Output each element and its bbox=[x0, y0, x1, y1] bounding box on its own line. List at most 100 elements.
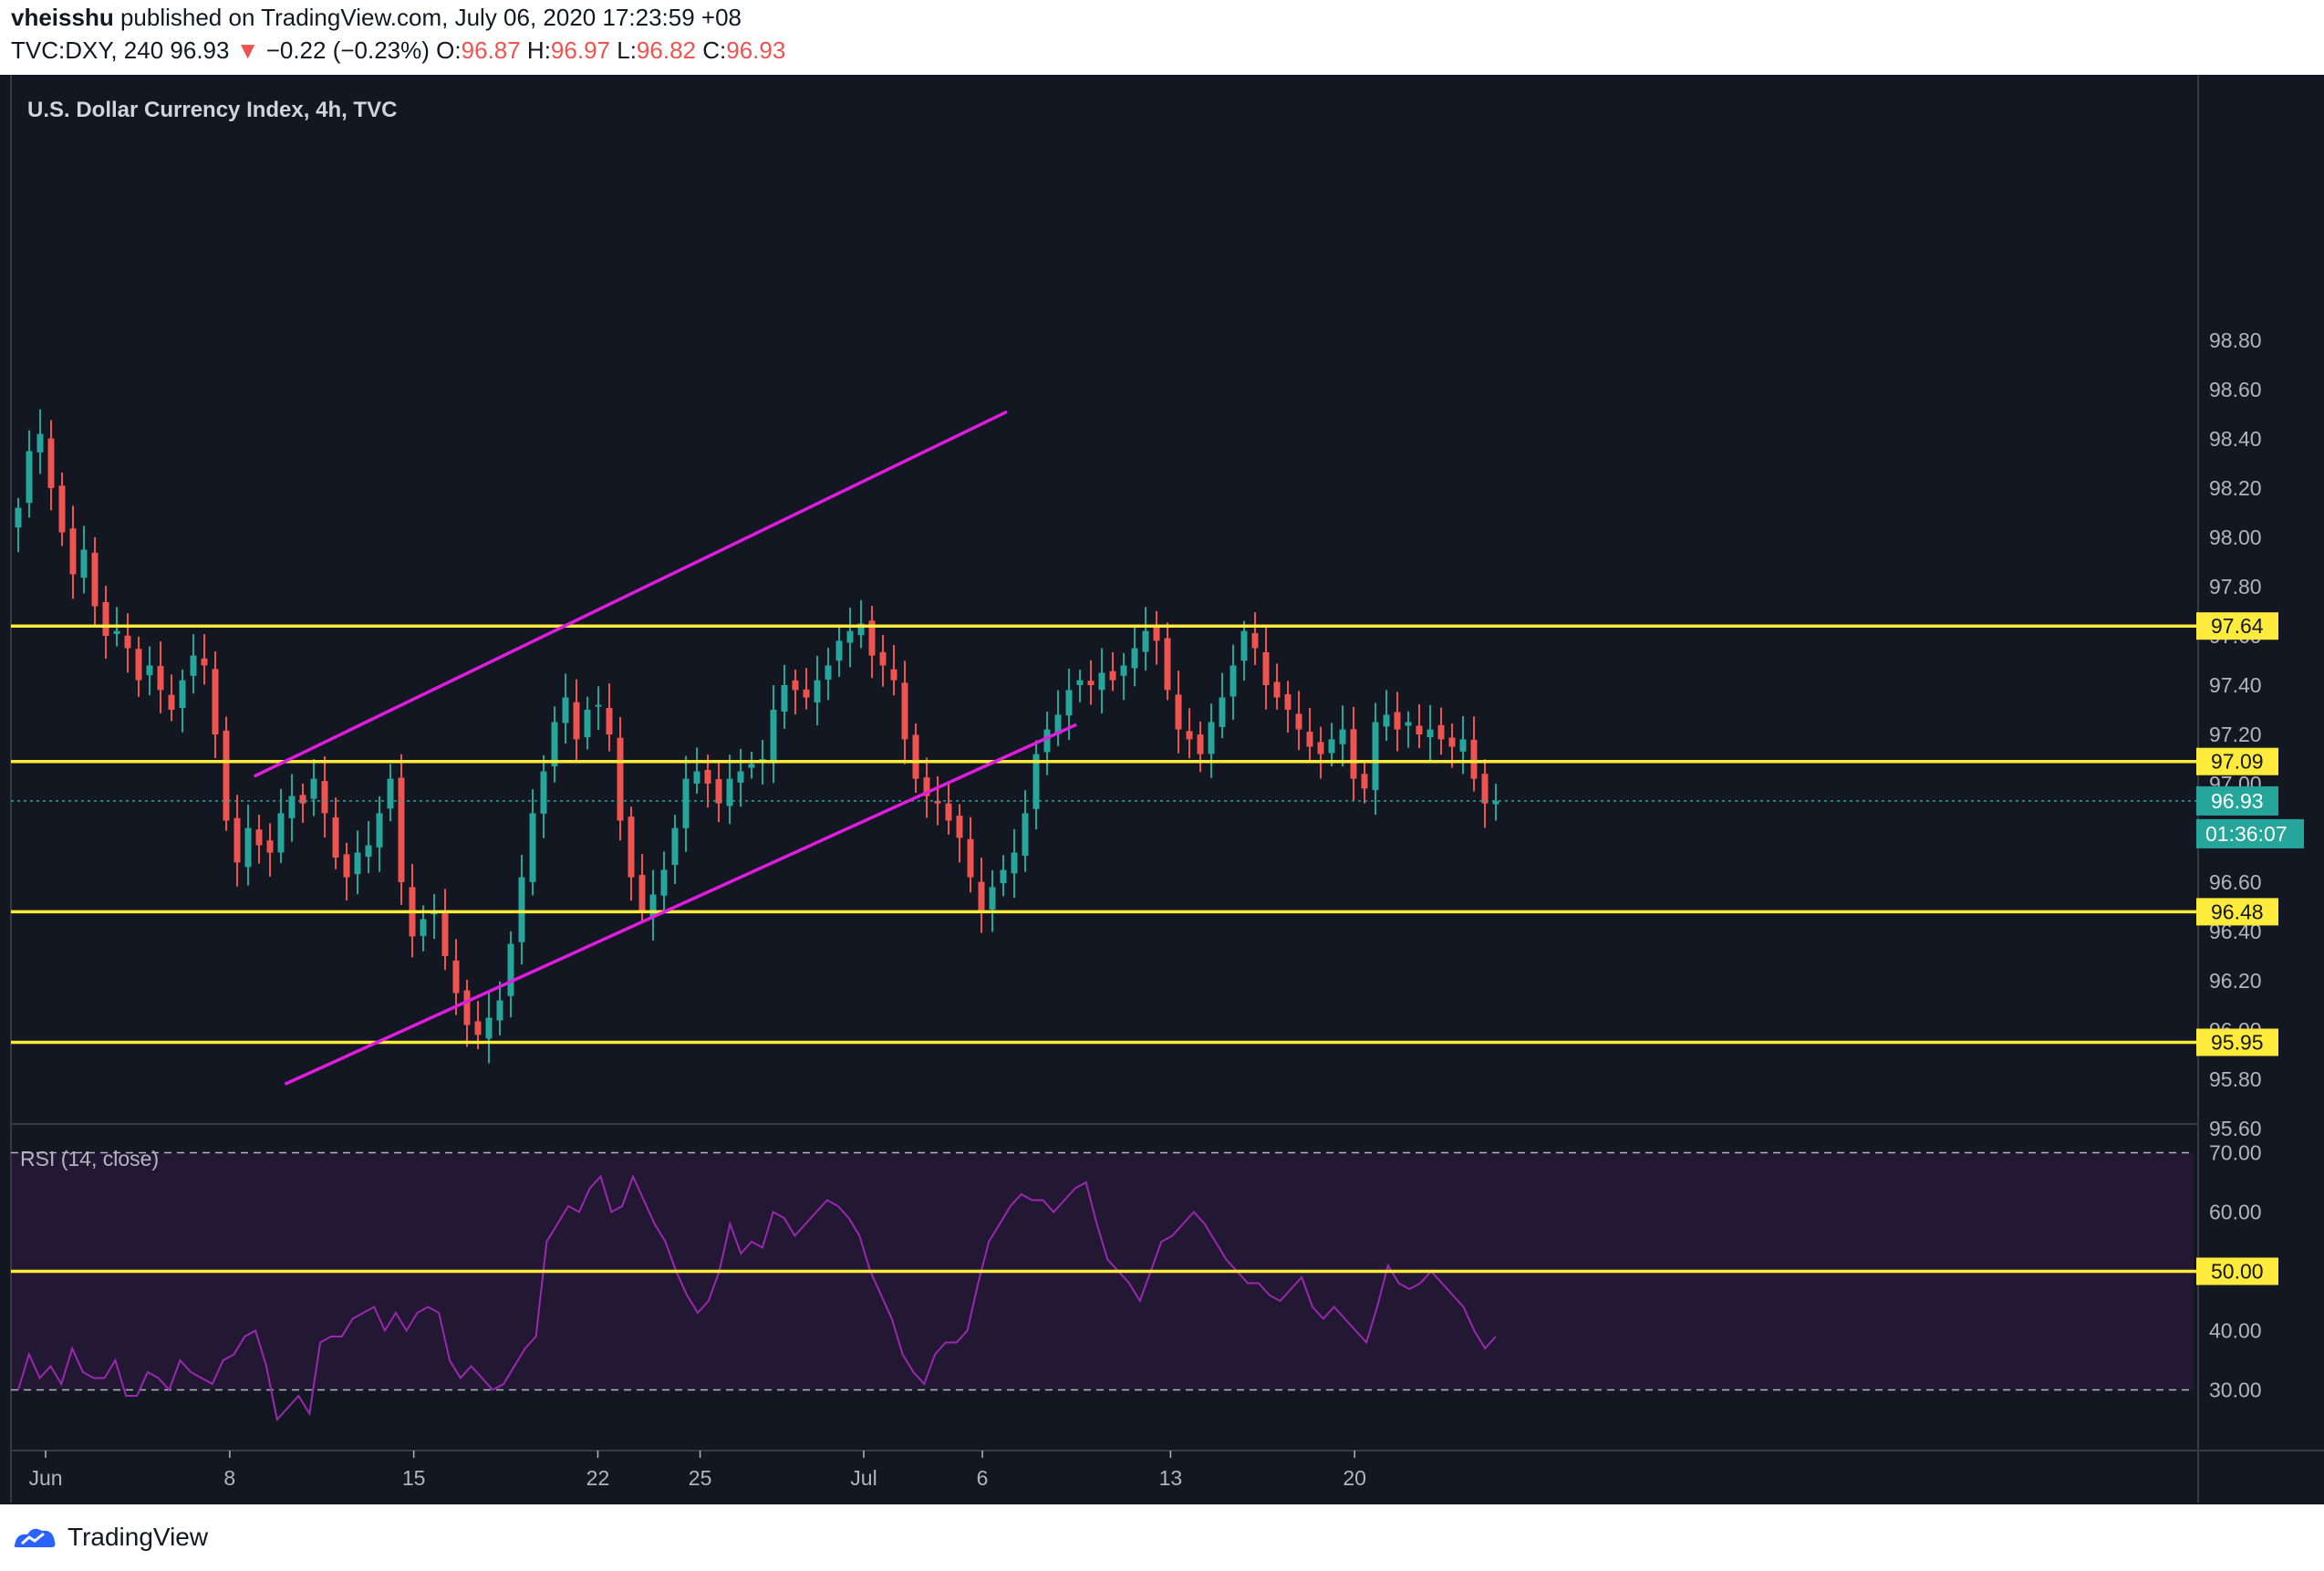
time-tick-label: 8 bbox=[223, 1466, 235, 1490]
footer-brand[interactable]: TradingView bbox=[67, 1523, 208, 1552]
candle-body bbox=[595, 704, 602, 707]
time-tick-label: 22 bbox=[586, 1466, 610, 1490]
close-label: C: bbox=[702, 36, 727, 64]
candle-body bbox=[474, 1021, 482, 1035]
candle-body bbox=[1448, 737, 1456, 747]
low-label: L: bbox=[617, 36, 637, 64]
candle-body bbox=[1153, 627, 1160, 641]
candle-body bbox=[879, 651, 887, 666]
candle-body bbox=[1481, 774, 1489, 804]
candle-body bbox=[157, 665, 164, 691]
candle-body bbox=[332, 817, 339, 858]
chart-title: U.S. Dollar Currency Index, 4h, TVC bbox=[27, 98, 397, 122]
candle-body bbox=[1219, 697, 1226, 727]
price-tick-label: 97.40 bbox=[2209, 673, 2262, 697]
candle-body bbox=[1175, 694, 1182, 730]
candle-body bbox=[58, 485, 66, 533]
candle-body bbox=[190, 655, 197, 676]
candle-body bbox=[496, 1000, 503, 1021]
time-tick-label: Jun bbox=[28, 1466, 62, 1490]
level-badge-text: 95.95 bbox=[2211, 1031, 2264, 1055]
candle-body bbox=[507, 943, 514, 996]
candle-body bbox=[989, 887, 996, 910]
candle-body bbox=[26, 451, 33, 504]
candle-body bbox=[606, 708, 613, 734]
candle-body bbox=[814, 680, 821, 702]
candle-body bbox=[967, 838, 974, 878]
candle-body bbox=[47, 438, 55, 488]
author-name[interactable]: vheisshu bbox=[11, 4, 114, 31]
candle-body bbox=[912, 734, 919, 779]
candle-body bbox=[715, 779, 722, 804]
last-price: 96.93 bbox=[170, 36, 230, 64]
candle-body bbox=[201, 658, 208, 666]
candle-body bbox=[1317, 742, 1324, 754]
open-label: O: bbox=[436, 36, 462, 64]
candle-body bbox=[562, 697, 569, 723]
published-text: published on TradingView.com, July 06, 2… bbox=[119, 4, 742, 31]
candle-body bbox=[1262, 651, 1270, 685]
candle-body bbox=[1394, 712, 1401, 730]
candle-body bbox=[1372, 722, 1379, 791]
candle-body bbox=[36, 433, 44, 453]
candle-body bbox=[1251, 633, 1259, 649]
candle-body bbox=[1229, 665, 1237, 697]
candle-body bbox=[299, 795, 306, 804]
candle-body bbox=[1120, 665, 1127, 676]
candle-body bbox=[1208, 722, 1215, 754]
candle-body bbox=[310, 778, 317, 799]
candle-body bbox=[1197, 734, 1204, 754]
candle-body bbox=[1284, 693, 1292, 710]
candle-body bbox=[91, 552, 99, 607]
last-price-badge-text: 96.93 bbox=[2211, 789, 2264, 813]
price-tick-label: 98.40 bbox=[2209, 427, 2262, 451]
rsi-label: RSI (14, close) bbox=[20, 1147, 159, 1170]
rsi-tick-label: 40.00 bbox=[2209, 1319, 2262, 1343]
time-tick-label: 25 bbox=[689, 1466, 712, 1490]
low-value: 96.82 bbox=[636, 36, 696, 64]
close-value: 96.93 bbox=[726, 36, 786, 64]
rsi-tick-label: 70.00 bbox=[2209, 1141, 2262, 1165]
candle-body bbox=[212, 669, 219, 734]
candle-body bbox=[1459, 739, 1467, 752]
candle-body bbox=[1142, 630, 1149, 652]
price-tick-label: 98.00 bbox=[2209, 525, 2262, 549]
candle-body bbox=[737, 771, 744, 783]
candle-body bbox=[1011, 852, 1018, 874]
price-tick-label: 95.60 bbox=[2209, 1117, 2262, 1140]
candle-body bbox=[1295, 713, 1302, 730]
candle-body bbox=[1416, 725, 1423, 734]
candle-body bbox=[1240, 630, 1248, 661]
candle-body bbox=[1350, 729, 1357, 779]
candle-body bbox=[781, 685, 788, 713]
time-tick-label: 13 bbox=[1159, 1466, 1183, 1490]
tradingview-logo-icon[interactable] bbox=[11, 1524, 58, 1551]
candle-body bbox=[638, 875, 646, 912]
candle-body bbox=[179, 680, 186, 709]
candle-body bbox=[693, 771, 700, 784]
chart-area[interactable]: 98.8098.6098.4098.2098.0097.8097.6097.40… bbox=[0, 75, 2324, 1504]
publisher-line: vheisshu published on TradingView.com, J… bbox=[11, 4, 742, 32]
candle-body bbox=[15, 507, 22, 528]
open-value: 96.87 bbox=[461, 36, 521, 64]
time-tick-label: 6 bbox=[977, 1466, 989, 1490]
candle-body bbox=[1131, 648, 1138, 669]
candle-body bbox=[102, 601, 109, 636]
candle-body bbox=[660, 869, 668, 896]
candle-body bbox=[354, 852, 361, 875]
candle-body bbox=[1000, 869, 1007, 884]
candle-body bbox=[956, 816, 963, 838]
price-tick-label: 97.80 bbox=[2209, 575, 2262, 598]
candle-body bbox=[387, 778, 394, 809]
candle-body bbox=[244, 827, 252, 868]
symbol-name[interactable]: TVC:DXY, 240 bbox=[11, 36, 163, 64]
candle-body bbox=[1022, 813, 1029, 856]
candle-body bbox=[1361, 774, 1368, 789]
candle-body bbox=[266, 840, 274, 853]
candle-body bbox=[146, 665, 153, 676]
candle-body bbox=[846, 630, 854, 643]
rsi-tick-label: 30.00 bbox=[2209, 1379, 2262, 1402]
candle-body bbox=[1043, 729, 1051, 753]
candle-body bbox=[617, 737, 624, 821]
footer: TradingView bbox=[11, 1514, 208, 1560]
